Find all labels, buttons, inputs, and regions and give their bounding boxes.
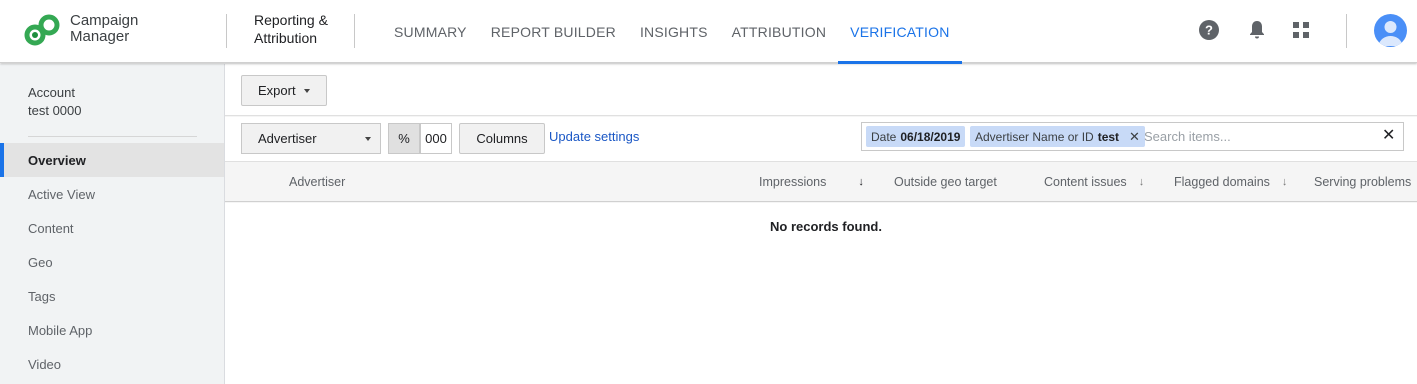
sidebar-item-overview[interactable]: Overview <box>0 143 224 177</box>
header-divider <box>226 14 227 48</box>
tab-report-builder[interactable]: REPORT BUILDER <box>479 0 628 63</box>
column-header-flagged-domains[interactable]: Flagged domains ↓ <box>1174 175 1287 189</box>
column-label: Impressions <box>759 175 827 189</box>
sort-arrow-icon[interactable]: ↓ <box>1139 176 1145 188</box>
dimension-select-value: Advertiser <box>258 131 317 146</box>
person-icon <box>1378 21 1403 46</box>
sidebar-item-mobile-app[interactable]: Mobile App <box>0 313 224 347</box>
column-label: Content issues <box>1044 175 1127 189</box>
column-header-outside-geo-target[interactable]: Outside geo target <box>894 175 997 189</box>
column-header-advertiser[interactable]: Advertiser <box>289 175 345 189</box>
chip-value: test <box>1097 129 1120 144</box>
search-input[interactable] <box>1144 126 1364 147</box>
update-settings-link[interactable]: Update settings <box>549 129 639 144</box>
percent-toggle[interactable]: % <box>388 123 420 154</box>
dropdown-caret-icon <box>303 88 310 93</box>
product-line-1: Reporting & <box>254 12 328 28</box>
sidebar-item-geo[interactable]: Geo <box>0 245 224 279</box>
notifications-icon[interactable] <box>1245 18 1269 42</box>
header-divider <box>354 14 355 48</box>
dimension-select[interactable]: Advertiser <box>241 123 381 154</box>
tab-summary[interactable]: SUMMARY <box>382 0 479 63</box>
chip-key: Advertiser Name or ID <box>975 129 1094 144</box>
sort-descending-icon[interactable]: ↓ <box>858 176 864 188</box>
dropdown-caret-icon <box>365 137 371 141</box>
account-avatar-icon[interactable] <box>1374 14 1407 47</box>
table-header: Advertiser Impressions ↓ Outside geo tar… <box>225 163 1417 202</box>
svg-text:?: ? <box>1205 23 1213 38</box>
filter-bar: Date 06/18/2019 Advertiser Name or ID te… <box>861 122 1404 151</box>
brand-name: Campaign Manager <box>70 13 138 45</box>
table-body: No records found. <box>225 203 1417 384</box>
tab-attribution[interactable]: ATTRIBUTION <box>720 0 839 63</box>
help-icon[interactable]: ? <box>1197 18 1221 42</box>
main-nav-tabs: SUMMARY REPORT BUILDER INSIGHTS ATTRIBUT… <box>382 0 962 64</box>
sidebar-item-video[interactable]: Video <box>0 347 224 381</box>
campaign-manager-logo-icon[interactable] <box>24 13 60 47</box>
export-toolbar: Export <box>225 64 1417 116</box>
column-label: Flagged domains <box>1174 175 1270 189</box>
column-header-serving-problems[interactable]: Serving problems <box>1314 175 1417 189</box>
column-header-content-issues[interactable]: Content issues ↓ <box>1044 175 1144 189</box>
date-filter-chip[interactable]: Date 06/18/2019 <box>866 126 966 147</box>
left-sidebar: Account test 0000 Overview Active View C… <box>0 64 225 384</box>
account-value[interactable]: test 0000 <box>28 103 82 118</box>
account-label: Account <box>28 85 75 100</box>
product-switcher[interactable]: Reporting & Attribution <box>254 11 328 47</box>
export-label: Export <box>258 83 296 98</box>
chip-value: 06/18/2019 <box>900 129 961 144</box>
sidebar-item-content[interactable]: Content <box>0 211 224 245</box>
column-label: Serving problems <box>1314 175 1412 189</box>
tab-insights[interactable]: INSIGHTS <box>628 0 720 63</box>
empty-state-message: No records found. <box>770 219 882 234</box>
product-line-2: Attribution <box>254 30 318 46</box>
chip-key: Date <box>871 129 897 144</box>
sidebar-divider <box>28 136 197 137</box>
clear-filters-icon[interactable]: ✕ <box>1382 125 1395 145</box>
tab-verification[interactable]: VERIFICATION <box>838 0 962 64</box>
advertiser-filter-chip[interactable]: Advertiser Name or ID test ✕ <box>970 126 1145 147</box>
brand-line-1: Campaign <box>70 12 139 29</box>
brand-line-2: Manager <box>70 28 130 45</box>
column-label: Outside geo target <box>894 175 997 189</box>
main-content: Export Advertiser % 000 Columns Update s… <box>225 64 1417 384</box>
column-header-impressions[interactable]: Impressions ↓ <box>759 175 864 189</box>
header-divider <box>1346 14 1347 48</box>
column-label: Advertiser <box>289 175 346 189</box>
sidebar-item-tags[interactable]: Tags <box>0 279 224 313</box>
sidebar-item-active-view[interactable]: Active View <box>0 177 224 211</box>
table-controls-toolbar: Advertiser % 000 Columns Update settings… <box>225 117 1417 162</box>
export-button[interactable]: Export <box>241 75 327 106</box>
apps-grid-icon[interactable] <box>1289 18 1313 42</box>
remove-filter-icon[interactable]: ✕ <box>1129 129 1140 145</box>
sort-arrow-icon[interactable]: ↓ <box>1282 176 1288 188</box>
top-app-bar: Campaign Manager Reporting & Attribution… <box>0 0 1417 64</box>
thousands-toggle[interactable]: 000 <box>420 123 452 154</box>
columns-button[interactable]: Columns <box>459 123 545 154</box>
